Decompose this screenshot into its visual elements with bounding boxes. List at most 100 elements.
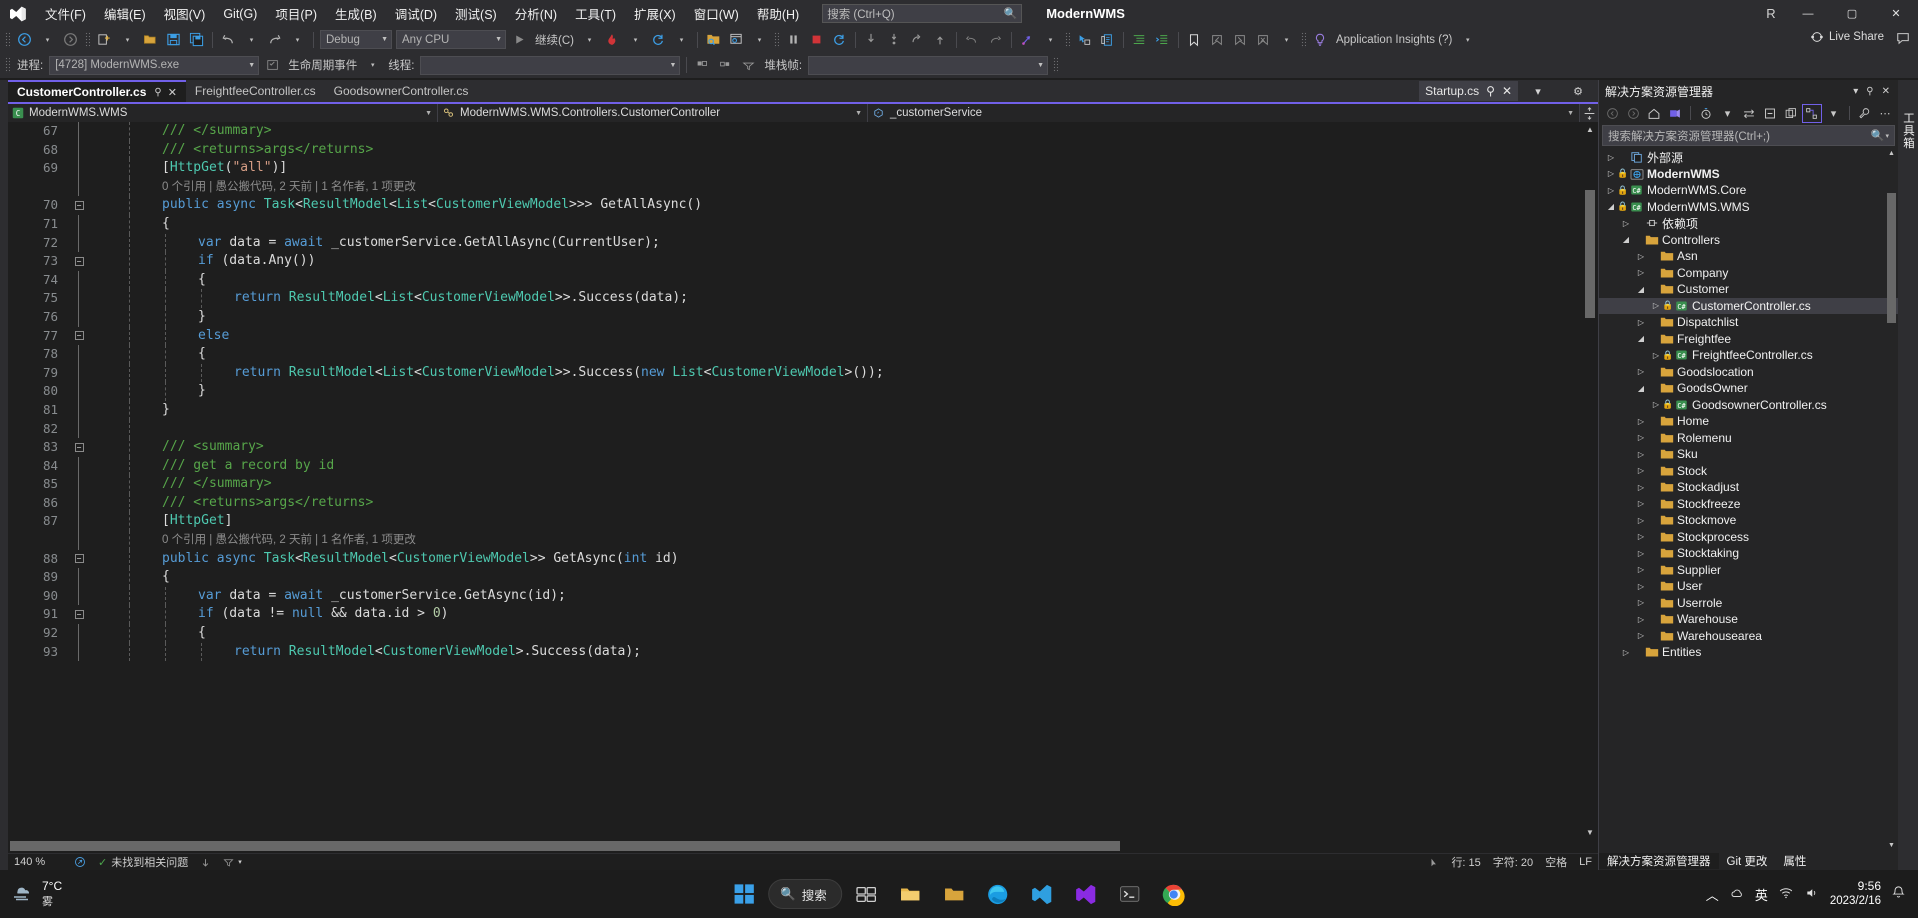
insights-icon[interactable]: [1310, 29, 1331, 50]
code-text[interactable]: else: [198, 327, 1598, 346]
toolbar-grip-5[interactable]: [1300, 31, 1306, 48]
fold-margin[interactable]: −: [68, 550, 90, 569]
process-select[interactable]: [4728] ModernWMS.exe ▼: [49, 55, 260, 75]
menu-view[interactable]: 视图(V): [155, 0, 215, 27]
fold-margin[interactable]: −: [68, 327, 90, 346]
nav-member-select[interactable]: _customerService ▼: [868, 104, 1580, 122]
code-text[interactable]: /// </summary>: [162, 475, 1598, 494]
menu-git[interactable]: Git(G): [214, 3, 266, 25]
close-icon[interactable]: ✕: [1502, 84, 1512, 98]
pending-changes-icon[interactable]: [1665, 104, 1685, 123]
restart-dropdown[interactable]: ▾: [671, 29, 692, 50]
fold-margin[interactable]: [68, 140, 90, 160]
collapse-icon[interactable]: −: [74, 256, 84, 266]
application-insights-label[interactable]: Application Insights (?): [1332, 34, 1456, 46]
bookmark-icon[interactable]: [1184, 29, 1205, 50]
pin-icon[interactable]: ⚲: [1862, 86, 1877, 97]
fold-margin[interactable]: [68, 382, 90, 401]
collapse-icon[interactable]: −: [74, 442, 84, 452]
step-up-icon[interactable]: [930, 29, 951, 50]
navigate-forward-icon[interactable]: [60, 29, 81, 50]
code-text[interactable]: return ResultModel<CustomerViewModel>.Su…: [234, 643, 1598, 662]
fold-margin[interactable]: [68, 159, 90, 178]
menu-analyze[interactable]: 分析(N): [506, 0, 566, 27]
tab-goodsowner-controller[interactable]: GoodsownerController.cs: [324, 80, 478, 102]
tree-node[interactable]: ▷ Stockmove: [1599, 512, 1898, 529]
tree-node[interactable]: ◢ 🔒 C# ModernWMS.WMS: [1599, 199, 1898, 216]
menu-window[interactable]: 窗口(W): [685, 0, 748, 27]
issues-filter-icon[interactable]: ▾: [217, 857, 248, 868]
tree-node[interactable]: ▷ Asn: [1599, 248, 1898, 265]
cloud-icon[interactable]: [1729, 886, 1745, 903]
chevron-right-icon[interactable]: ▷: [1635, 367, 1647, 376]
code-editor[interactable]: 67 /// </summary> 68 /// <returns>args</ret…: [8, 122, 1598, 839]
fold-margin[interactable]: [68, 122, 90, 141]
chevron-down-icon[interactable]: ◢: [1620, 235, 1632, 244]
tree-node[interactable]: ◢ GoodsOwner: [1599, 380, 1898, 397]
menu-help[interactable]: 帮助(H): [748, 0, 808, 27]
solution-scrollbar-thumb[interactable]: [1887, 193, 1896, 323]
microsoft-edge-icon[interactable]: [978, 874, 1018, 914]
indent-increase-icon[interactable]: [1152, 29, 1173, 50]
step-into-icon[interactable]: [861, 29, 882, 50]
code-text[interactable]: /// <summary>: [162, 438, 1598, 457]
fold-margin[interactable]: [68, 270, 90, 290]
footer-tab-properties[interactable]: 属性: [1775, 853, 1814, 869]
chevron-right-icon[interactable]: ▷: [1635, 565, 1647, 574]
chevron-right-icon[interactable]: ▷: [1605, 169, 1617, 178]
code-text[interactable]: 0 个引用 | 愚公搬代码, 2 天前 | 1 名作者, 1 项更改: [162, 531, 1598, 550]
overflow-icon[interactable]: ⋯: [1875, 104, 1895, 123]
new-project-dropdown[interactable]: ▾: [117, 29, 138, 50]
fold-margin[interactable]: −: [68, 196, 90, 215]
lifecycle-dropdown[interactable]: ▾: [362, 55, 383, 76]
clear-bookmarks-icon[interactable]: [1253, 29, 1274, 50]
code-text[interactable]: public async Task<ResultModel<CustomerVi…: [162, 550, 1598, 569]
tree-node[interactable]: ▷ 依赖项: [1599, 215, 1898, 232]
save-all-icon[interactable]: [186, 29, 207, 50]
chevron-right-icon[interactable]: ▷: [1635, 252, 1647, 261]
undo-icon[interactable]: [218, 29, 239, 50]
debug-toolbar-grip[interactable]: [5, 57, 10, 73]
tree-node[interactable]: ▷ Dispatchlist: [1599, 314, 1898, 331]
chevron-right-icon[interactable]: ▷: [1635, 318, 1647, 327]
continue-button-label[interactable]: 继续(C): [531, 32, 578, 48]
code-text[interactable]: {: [198, 624, 1598, 643]
pin-icon[interactable]: ⚲: [1486, 84, 1495, 98]
chevron-right-icon[interactable]: ▷: [1605, 153, 1617, 162]
solution-configuration-select[interactable]: Debug ▼: [320, 30, 392, 49]
code-text[interactable]: var data = await _customerService.GetAsy…: [198, 587, 1598, 606]
hot-reload-dropdown[interactable]: ▾: [625, 29, 646, 50]
open-file-icon[interactable]: [140, 29, 161, 50]
folder-icon[interactable]: [934, 874, 974, 914]
windows-start-icon[interactable]: [724, 874, 764, 914]
taskbar-weather-widget[interactable]: 7°C 雾: [0, 879, 150, 909]
toolbar-grip[interactable]: [5, 31, 10, 48]
editor-vertical-scrollbar[interactable]: ▲ ▼: [1582, 122, 1598, 839]
taskbar-search-box[interactable]: 🔍 搜索: [768, 879, 842, 909]
toolbox-vertical-tab[interactable]: 工具箱: [1900, 112, 1916, 150]
scrollbar-thumb[interactable]: [1585, 190, 1595, 318]
chevron-right-icon[interactable]: ▷: [1635, 466, 1647, 475]
hot-reload-icon[interactable]: [602, 29, 623, 50]
code-text[interactable]: if (data != null && data.id > 0): [198, 605, 1598, 624]
chevron-down-icon[interactable]: ◢: [1605, 202, 1617, 211]
pointer-dropdown[interactable]: ▾: [1040, 29, 1061, 50]
tree-node[interactable]: ▷ Stock: [1599, 463, 1898, 480]
tree-node[interactable]: ▷ Stockprocess: [1599, 529, 1898, 546]
close-icon[interactable]: ✕: [168, 86, 177, 99]
code-text[interactable]: {: [198, 271, 1598, 290]
fold-margin[interactable]: [68, 307, 90, 327]
thread-select[interactable]: ▼: [420, 55, 681, 75]
toggle-selection-icon[interactable]: [1074, 29, 1095, 50]
forward-arrow-icon[interactable]: [1623, 104, 1643, 123]
code-lens[interactable]: 0 个引用 | 愚公搬代码, 2 天前 | 1 名作者, 1 项更改: [162, 181, 416, 193]
tree-node[interactable]: ▷ Rolemenu: [1599, 430, 1898, 447]
tab-freightfee-controller[interactable]: FreightfeeController.cs: [185, 80, 325, 102]
save-icon[interactable]: [163, 29, 184, 50]
solution-tree[interactable]: ▷ 外部源 ▷ 🔒 ModernWMS ▷ 🔒 C# ModernWMS.Core ◢ 🔒 C# Mod…: [1599, 147, 1898, 852]
tree-node[interactable]: ▷ 🔒 C# ModernWMS.Core: [1599, 182, 1898, 199]
issues-prev-icon[interactable]: [194, 857, 217, 868]
redo-icon[interactable]: [264, 29, 285, 50]
restart-debug-icon[interactable]: [829, 29, 850, 50]
code-text[interactable]: 0 个引用 | 愚公搬代码, 2 天前 | 1 名作者, 1 项更改: [162, 178, 1598, 197]
